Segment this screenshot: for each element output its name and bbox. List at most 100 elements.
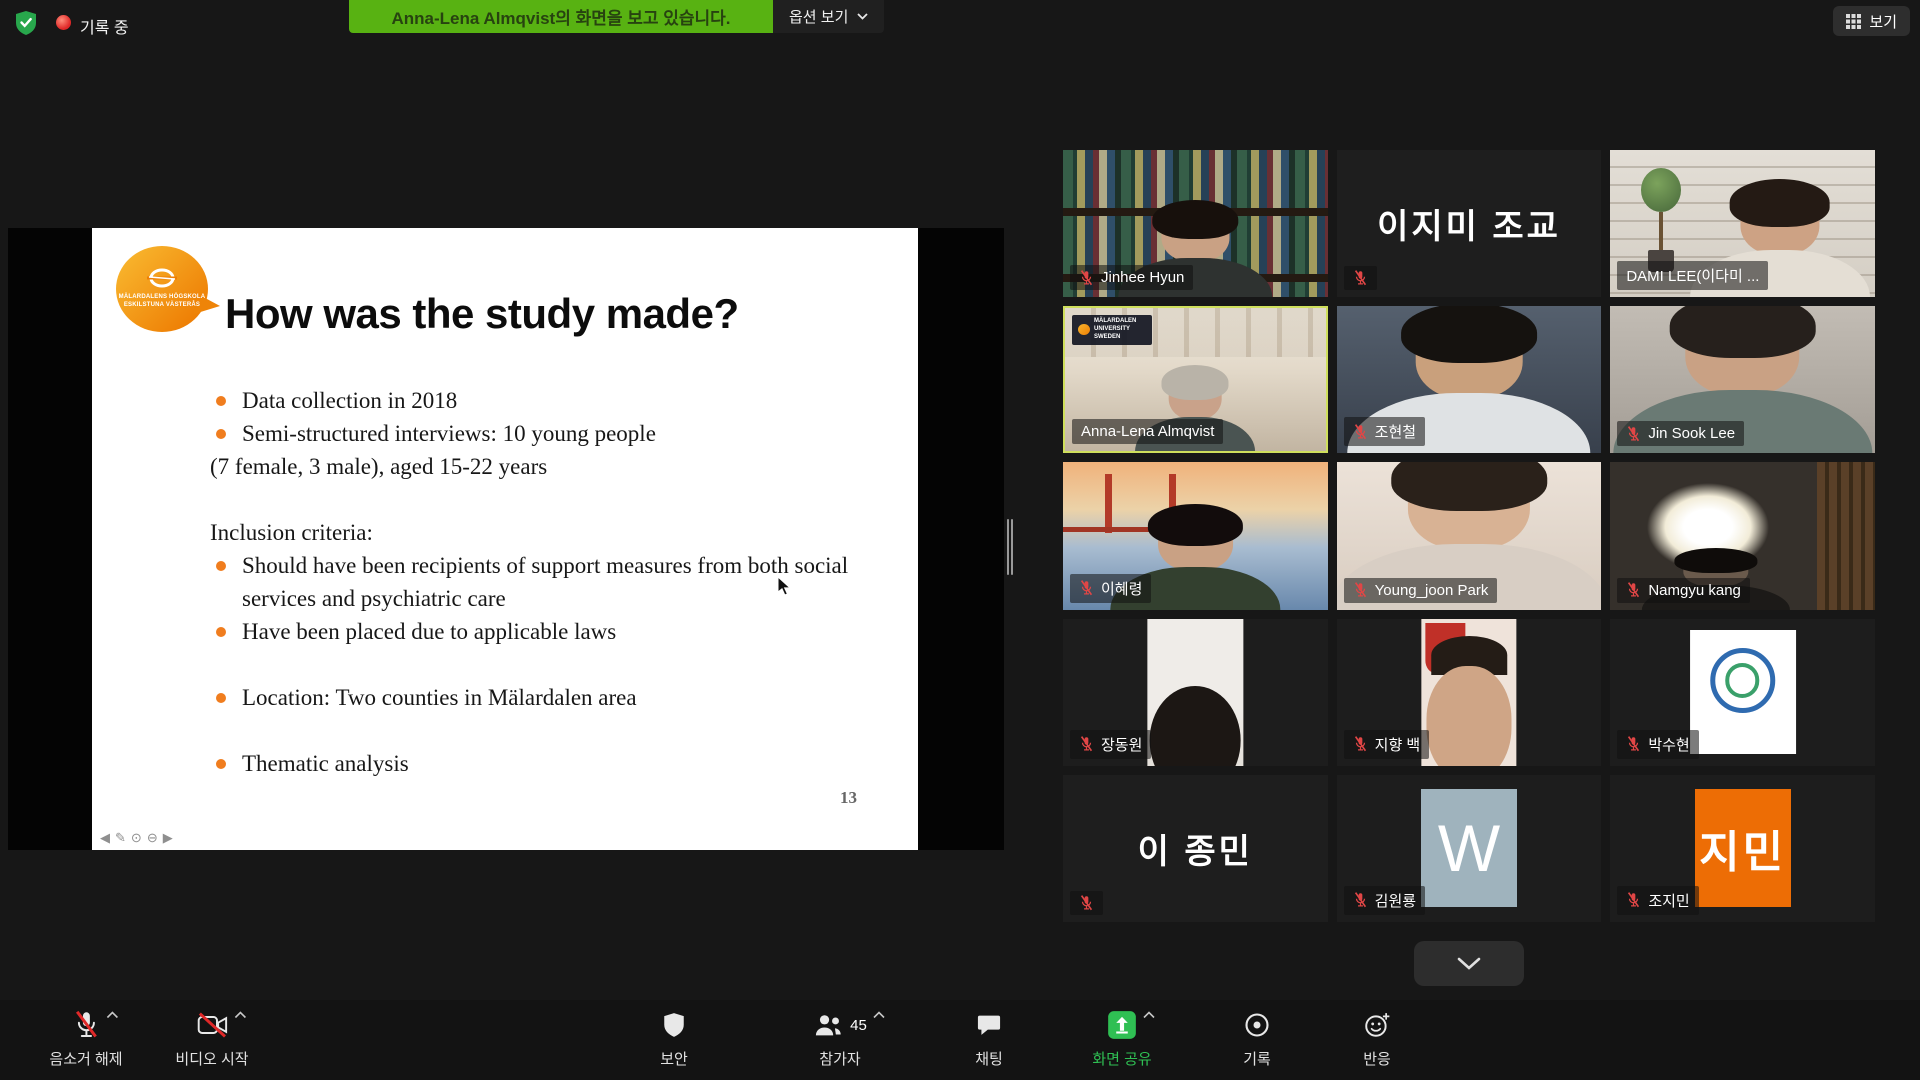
view-options-button[interactable]: 옵션 보기: [773, 0, 884, 33]
bullet-dot-icon: [216, 429, 226, 439]
muted-mic-icon: [1353, 270, 1368, 286]
gallery-view-button[interactable]: 보기: [1833, 6, 1910, 36]
participant-tile-15[interactable]: 지민조지민: [1610, 775, 1875, 922]
muted-mic-icon: [1079, 895, 1094, 911]
chat-button[interactable]: 채팅: [959, 1009, 1019, 1069]
slide-spacer: [210, 483, 858, 516]
participant-tile-8[interactable]: Young_joon Park: [1337, 462, 1602, 609]
share-screen-label: 화면 공유: [1092, 1048, 1151, 1069]
name-tag: 지향 백: [1344, 730, 1430, 759]
name-tag: 김원룡: [1344, 886, 1425, 915]
slide-line-text: (7 female, 3 male), aged 15-22 years: [210, 454, 547, 479]
participant-name: 장동원: [1101, 734, 1142, 755]
chat-bubble-icon: [975, 1011, 1003, 1039]
logo-text-line2: ESKILSTUNA VÄSTERÅS: [108, 302, 216, 308]
prev-arrow-icon[interactable]: ◀: [100, 831, 110, 844]
university-logo-badge: MÄLARDALEN UNIVERSITY SWEDEN: [1072, 315, 1152, 344]
participant-tile-9[interactable]: Namgyu kang: [1610, 462, 1875, 609]
name-tag: [1070, 891, 1103, 915]
name-tag: [1344, 266, 1377, 290]
security-button[interactable]: 보안: [644, 1009, 704, 1069]
reactions-button[interactable]: 반응: [1347, 1009, 1407, 1069]
collapse-gallery-button[interactable]: [1414, 941, 1524, 986]
participant-name: Jinhee Hyun: [1101, 269, 1184, 286]
gallery-view-label: 보기: [1869, 11, 1897, 32]
slide-bullet-line: Location: Two counties in Mälardalen are…: [210, 681, 858, 714]
muted-mic-icon: [1626, 892, 1641, 908]
start-video-button[interactable]: 비디오 시작: [175, 1009, 248, 1069]
next-arrow-icon[interactable]: ▶: [163, 831, 173, 844]
name-tag: 이혜령: [1070, 574, 1151, 603]
meeting-toolbar: 음소거 해제 비디오 시작 보안: [0, 1000, 1920, 1080]
chevron-up-icon[interactable]: [106, 1011, 118, 1019]
participant-tile-6[interactable]: Jin Sook Lee: [1610, 306, 1875, 453]
annotation-toolbar[interactable]: ◀ ✎ ⊙ ⊖ ▶: [100, 831, 173, 844]
presentation-slide: MÄLARDALENS HÖGSKOLA ESKILSTUNA VÄSTERÅS…: [92, 228, 918, 850]
participant-tile-11[interactable]: 지향 백: [1337, 619, 1602, 766]
name-tag: Anna-Lena Almqvist: [1072, 419, 1223, 444]
muted-mic-icon: [1353, 736, 1368, 752]
chevron-down-icon: [1456, 957, 1482, 970]
highlighter-icon[interactable]: ⊙: [131, 831, 142, 844]
participant-tile-14[interactable]: W김원룡: [1337, 775, 1602, 922]
avatar: W: [1421, 789, 1517, 907]
participant-name: 조현철: [1375, 421, 1416, 442]
eraser-icon[interactable]: ⊖: [147, 831, 158, 844]
participant-tile-2[interactable]: 이지미 조교: [1337, 150, 1602, 297]
slide-line-text: Data collection in 2018: [242, 388, 457, 413]
smiley-plus-icon: [1363, 1011, 1391, 1039]
slide-content: Data collection in 2018 Semi-structured i…: [210, 384, 858, 780]
muted-mic-icon: [1626, 426, 1641, 442]
participant-tile-4[interactable]: MÄLARDALEN UNIVERSITY SWEDEN Anna-Lena Al…: [1063, 306, 1328, 453]
participant-tile-7[interactable]: 이혜령: [1063, 462, 1328, 609]
vertical-video-panel: [1690, 630, 1796, 754]
chevron-up-icon[interactable]: [1143, 1011, 1155, 1019]
participant-name: Anna-Lena Almqvist: [1081, 423, 1214, 440]
vertical-video-panel: [1148, 619, 1243, 766]
security-label: 보안: [660, 1048, 688, 1069]
name-tag: DAMI LEE(이다미 ...: [1617, 261, 1768, 290]
participant-tile-1[interactable]: Jinhee Hyun: [1063, 150, 1328, 297]
participant-tile-3[interactable]: DAMI LEE(이다미 ...: [1610, 150, 1875, 297]
name-tag: 조현철: [1344, 417, 1425, 446]
slide-bullet-line: Semi-structured interviews: 10 young peo…: [210, 417, 858, 450]
unmute-button[interactable]: 음소거 해제: [49, 1009, 122, 1069]
record-label: 기록: [1243, 1048, 1271, 1069]
pencil-icon[interactable]: ✎: [115, 831, 126, 844]
participant-name: Namgyu kang: [1648, 582, 1741, 599]
slide-title: How was the study made?: [225, 290, 739, 338]
logo-text-line1: MÄLARDALENS HÖGSKOLA: [108, 294, 216, 300]
slide-bullet-line: Should have been recipients of support m…: [210, 549, 858, 615]
bookshelf-background: [1817, 462, 1875, 609]
participant-tile-5[interactable]: 조현철: [1337, 306, 1602, 453]
name-tag: 박수현: [1617, 730, 1698, 759]
pane-resize-handle[interactable]: [1007, 519, 1015, 575]
participant-count: 45: [850, 1017, 867, 1034]
avatar: 지민: [1695, 789, 1791, 907]
grid-view-icon: [1846, 14, 1861, 29]
share-screen-button[interactable]: 화면 공유: [1092, 1009, 1152, 1069]
muted-mic-icon: [1353, 892, 1368, 908]
slide-text-line: Inclusion criteria:: [210, 516, 858, 549]
participant-name: Jin Sook Lee: [1648, 425, 1735, 442]
muted-mic-icon: [1353, 582, 1368, 598]
university-logo: MÄLARDALENS HÖGSKOLA ESKILSTUNA VÄSTERÅS: [116, 246, 226, 338]
name-tag: Namgyu kang: [1617, 578, 1750, 603]
chevron-up-icon[interactable]: [234, 1011, 246, 1019]
chevron-up-icon[interactable]: [873, 1011, 885, 1019]
participant-tile-12[interactable]: 박수현: [1610, 619, 1875, 766]
participant-grid: Jinhee Hyun 이지미 조교 DAMI LEE(이다미 ... MÄLARDA…: [1063, 150, 1875, 922]
name-tag: 조지민: [1617, 886, 1698, 915]
association-emblem: [1710, 648, 1776, 714]
participant-name: 박수현: [1648, 734, 1689, 755]
chevron-down-icon: [857, 13, 868, 20]
record-button[interactable]: 기록: [1227, 1009, 1287, 1069]
participant-tile-10[interactable]: 장동원: [1063, 619, 1328, 766]
participant-tile-13[interactable]: 이 종민: [1063, 775, 1328, 922]
slide-bullet-line: Thematic analysis: [210, 747, 858, 780]
participants-button[interactable]: 45 참가자: [810, 1009, 870, 1069]
badge-text: MÄLARDALEN UNIVERSITY SWEDEN: [1094, 318, 1146, 341]
banner-text: Anna-Lena Almqvist의 화면을 보고 있습니다.: [391, 4, 730, 29]
bullet-dot-icon: [216, 396, 226, 406]
slide-line-text: Should have been recipients of support m…: [242, 553, 848, 611]
